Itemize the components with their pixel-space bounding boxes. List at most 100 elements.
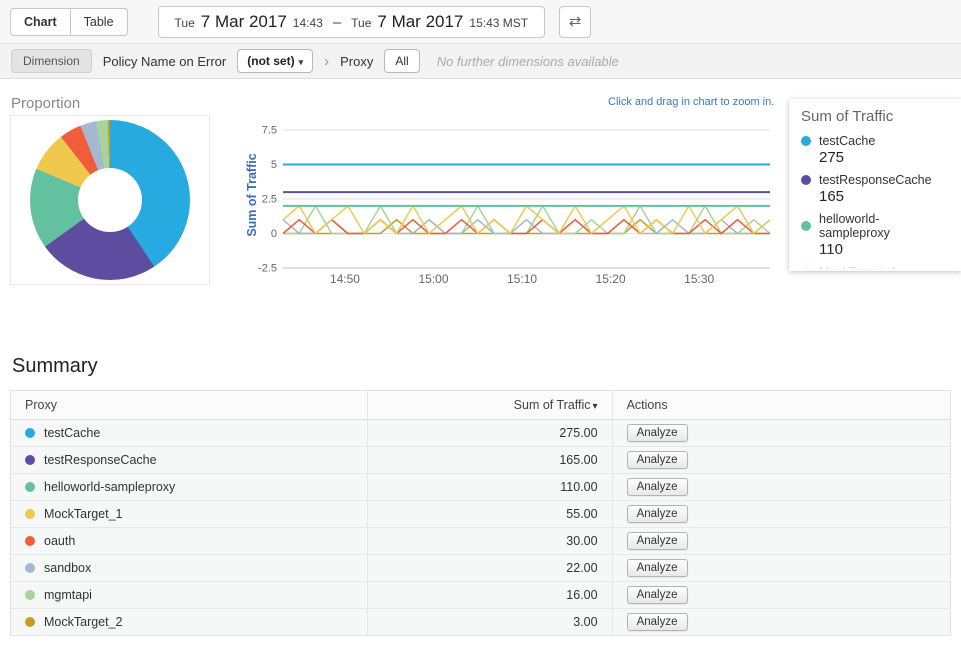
traffic-header-label: Sum of Traffic <box>514 398 591 412</box>
zoom-hint: Click and drag in chart to zoom in. <box>608 96 774 108</box>
y-tick-label: -2.5 <box>258 263 277 275</box>
sort-caret-icon: ▾ <box>593 401 598 412</box>
x-tick-label: 15:00 <box>419 272 449 286</box>
dimension-value-dropdown[interactable]: (not set) ▾ <box>237 49 313 73</box>
table-row: testResponseCache 165.00 Analyze <box>11 447 951 474</box>
actions-cell: Analyze <box>612 447 950 474</box>
traffic-value: 3.00 <box>368 609 612 636</box>
table-row: testCache275.00Analyze <box>11 420 951 447</box>
traffic-value: 165.00 <box>368 447 612 474</box>
y-tick-label: 0 <box>271 228 277 240</box>
actions-cell: Analyze <box>612 474 950 501</box>
proxy-color-dot <box>25 428 35 438</box>
series-color-dot <box>801 221 811 231</box>
analyze-button[interactable]: Analyze <box>627 505 688 523</box>
proxy-name: testCache <box>44 426 100 440</box>
proportion-chart-box <box>10 115 210 285</box>
range-separator: – <box>333 14 341 31</box>
x-tick-label: 15:10 <box>507 272 537 286</box>
legend-fade <box>789 251 961 271</box>
analyze-button[interactable]: Analyze <box>627 424 688 442</box>
traffic-value: 16.00 <box>368 582 612 609</box>
chevron-down-icon: ▾ <box>299 57 304 67</box>
proxy-cell: sandbox <box>11 555 368 582</box>
proxy-cell: testResponseCache <box>11 447 368 474</box>
traffic-value: 55.00 <box>368 501 612 528</box>
start-day: Tue <box>175 16 195 30</box>
proxy-name: MockTarget_2 <box>44 615 123 629</box>
x-tick-label: 14:50 <box>330 272 360 286</box>
analyze-button[interactable]: Analyze <box>627 532 688 550</box>
proxy-cell: testCache <box>11 420 368 447</box>
summary-table: Proxy Sum of Traffic▾ Actions testCache2… <box>10 390 951 636</box>
actions-cell: Analyze <box>612 420 950 447</box>
y-tick-label: 2.5 <box>262 194 277 206</box>
analyze-button[interactable]: Analyze <box>627 451 688 469</box>
proxy-cell: mgmtapi <box>11 582 368 609</box>
legend-card: Sum of Traffic testCache275 testResponseC… <box>789 99 961 271</box>
date-range-picker[interactable]: Tue 7 Mar 2017 14:43 – Tue 7 Mar 2017 15… <box>158 6 546 38</box>
analyze-button[interactable]: Analyze <box>627 586 688 604</box>
top-toolbar: Chart Table Tue 7 Mar 2017 14:43 – Tue 7… <box>0 0 961 44</box>
dimension-value: (not set) <box>247 54 294 68</box>
series-color-dot <box>801 136 811 146</box>
tab-table[interactable]: Table <box>71 8 128 36</box>
x-tick-label: 15:30 <box>684 272 714 286</box>
y-tick-label: 7.5 <box>262 125 277 137</box>
refresh-icon: ⇄ <box>569 13 582 30</box>
proxy-color-dot <box>25 536 35 546</box>
tab-chart[interactable]: Chart <box>10 8 71 36</box>
proxy-cell: helloworld-sampleproxy <box>11 474 368 501</box>
end-day: Tue <box>351 16 371 30</box>
table-row: mgmtapi 16.00 Analyze <box>11 582 951 609</box>
proxy-color-dot <box>25 563 35 573</box>
series-value: 275 <box>819 149 949 166</box>
proxy-color-dot <box>25 482 35 492</box>
start-date: 7 Mar 2017 <box>201 12 287 32</box>
end-date: 7 Mar 2017 <box>377 12 463 32</box>
legend-item[interactable]: testCache275 <box>801 134 949 166</box>
analyze-button[interactable]: Analyze <box>627 613 688 631</box>
legend-title: Sum of Traffic <box>801 108 949 125</box>
legend-item[interactable]: testResponseCache165 <box>801 173 949 205</box>
column-header-actions: Actions <box>612 391 950 420</box>
traffic-value: 110.00 <box>368 474 612 501</box>
column-header-traffic[interactable]: Sum of Traffic▾ <box>368 391 612 420</box>
dimension-toolbar: Dimension Policy Name on Error (not set)… <box>0 44 961 79</box>
y-tick-label: 5 <box>271 159 277 171</box>
refresh-button[interactable]: ⇄ <box>559 6 591 38</box>
traffic-line-chart[interactable]: 7.552.50-2.514:5015:0015:1015:2015:30 <box>240 109 780 289</box>
proxy-all-button[interactable]: All <box>384 49 419 73</box>
traffic-value: 22.00 <box>368 555 612 582</box>
table-row: MockTarget_1 55.00 Analyze <box>11 501 951 528</box>
dimension-chip: Dimension <box>11 49 92 73</box>
summary-section: Summary Proxy Sum of Traffic▾ Actions te… <box>0 339 961 636</box>
proportion-donut-chart[interactable] <box>30 120 190 280</box>
proxy-color-dot <box>25 455 35 465</box>
actions-cell: Analyze <box>612 609 950 636</box>
actions-cell: Analyze <box>612 501 950 528</box>
proxy-color-dot <box>25 617 35 627</box>
view-toggle: Chart Table <box>10 8 128 36</box>
traffic-value: 30.00 <box>368 528 612 555</box>
proxy-name: testResponseCache <box>44 453 157 467</box>
proxy-name: sandbox <box>44 561 91 575</box>
column-header-proxy[interactable]: Proxy <box>11 391 368 420</box>
proxy-cell: MockTarget_2 <box>11 609 368 636</box>
series-name: testResponseCache <box>819 173 932 187</box>
proxy-name: helloworld-sampleproxy <box>44 480 175 494</box>
proxy-name: mgmtapi <box>44 588 92 602</box>
chevron-right-icon: › <box>324 53 329 70</box>
analyze-button[interactable]: Analyze <box>627 559 688 577</box>
series-name: helloworld-sampleproxy <box>819 212 949 240</box>
no-dimensions-note: No further dimensions available <box>437 54 619 69</box>
actions-cell: Analyze <box>612 528 950 555</box>
dimension-name: Policy Name on Error <box>103 54 227 69</box>
proxy-name: MockTarget_1 <box>44 507 123 521</box>
analyze-button[interactable]: Analyze <box>627 478 688 496</box>
series-name: testCache <box>819 134 875 148</box>
proportion-title: Proportion <box>11 95 80 112</box>
table-row: helloworld-sampleproxy 110.00 Analyze <box>11 474 951 501</box>
series-line <box>283 220 770 234</box>
proxy-label: Proxy <box>340 54 373 69</box>
